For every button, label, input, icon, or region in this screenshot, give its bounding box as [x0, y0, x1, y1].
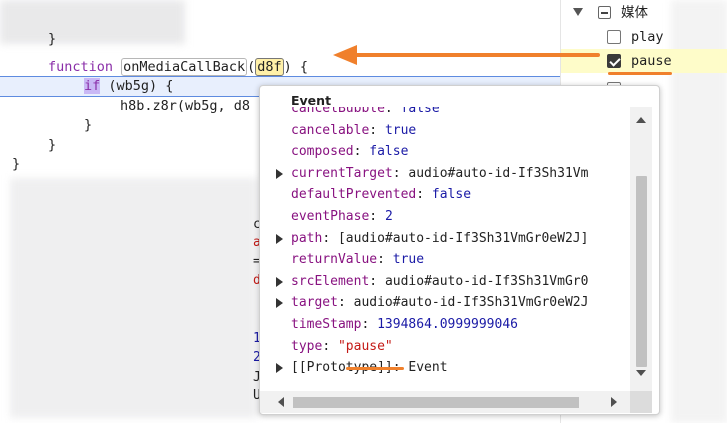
property-value: [audio#auto-id-If3Sh31VmGr0eW2J] — [337, 230, 589, 246]
if-condition: (wb5g) { — [100, 78, 174, 94]
listener-label: pause — [631, 53, 672, 69]
property-row[interactable]: currentTarget: audio#auto-id-If3Sh31Vm — [260, 163, 630, 185]
if-keyword: if — [84, 78, 101, 94]
property-value: Event — [408, 360, 448, 376]
property-key: cancelable — [291, 122, 370, 138]
arrow-head-icon — [333, 45, 357, 65]
scrollbar-corner — [630, 391, 652, 413]
expand-triangle-icon[interactable] — [276, 233, 283, 244]
function-name[interactable]: onMediaCallBack — [121, 58, 248, 76]
expand-triangle-icon[interactable] — [276, 168, 283, 179]
paren-open: ( — [247, 59, 256, 75]
scroll-up-icon[interactable] — [636, 117, 646, 123]
property-value: "pause" — [337, 338, 393, 354]
listener-label: play — [631, 29, 664, 45]
property-value: audio#auto-id-If3Sh31Vm — [408, 165, 589, 181]
property-key: defaultPrevented — [291, 187, 417, 203]
property-key: type — [291, 338, 323, 354]
property-key: target — [291, 295, 338, 311]
property-key: cancelBubble — [291, 107, 385, 116]
property-row: composed: false — [291, 144, 409, 160]
property-key: eventPhase — [291, 209, 370, 224]
property-value: 2 — [384, 209, 393, 224]
property-row: cancelBubble: false — [260, 107, 630, 120]
property-key: currentTarget — [291, 165, 393, 181]
property-row: defaultPrevented: false — [291, 187, 472, 203]
property-value: false — [369, 144, 409, 160]
property-value: true — [392, 252, 425, 268]
vertical-scroll-thumb[interactable] — [636, 176, 647, 367]
collapse-box-icon[interactable] — [598, 6, 611, 19]
property-row: returnValue: true — [291, 252, 425, 268]
property-key: timeStamp — [291, 317, 362, 332]
expand-triangle-icon[interactable] — [276, 363, 283, 374]
property-row[interactable]: srcElement: audio#auto-id-If3Sh31VmGr0 — [260, 271, 630, 293]
listener-item-play[interactable]: play — [561, 25, 727, 49]
scroll-down-icon[interactable] — [636, 370, 646, 376]
category-label: 媒体 — [621, 5, 648, 21]
expand-triangle-icon[interactable] — [573, 8, 583, 16]
param-d8f[interactable]: d8f — [255, 58, 284, 76]
checkbox-checked-icon[interactable] — [607, 54, 621, 68]
property-row[interactable]: target: audio#auto-id-If3Sh31VmGr0eW2J — [260, 292, 630, 314]
event-object-popover[interactable]: Event cancelBubble: false cancelable: tru… — [259, 85, 660, 415]
property-value: false — [431, 187, 472, 203]
property-row: type: "pause" — [291, 338, 393, 354]
annotation-underline — [346, 367, 404, 370]
property-key: returnValue — [291, 252, 378, 268]
property-key: composed — [291, 144, 354, 160]
property-row: timeStamp: 1394864.0999999046 — [291, 317, 518, 332]
property-key: path — [291, 230, 323, 246]
property-key: srcElement — [291, 273, 370, 289]
property-value: audio#auto-id-If3Sh31VmGr0 — [384, 273, 589, 289]
vertical-scrollbar[interactable] — [630, 107, 652, 391]
checkbox-icon[interactable] — [607, 30, 621, 44]
horizontal-scrollbar[interactable] — [260, 391, 630, 413]
property-list[interactable]: cancelBubble: false cancelable: true compo… — [260, 107, 630, 392]
blurred-code-bottom — [10, 178, 258, 418]
property-value: false — [400, 107, 440, 116]
expand-triangle-icon[interactable] — [276, 276, 283, 287]
scroll-right-icon[interactable] — [611, 397, 617, 407]
annotation-underline — [608, 72, 672, 75]
expand-triangle-icon[interactable] — [276, 298, 283, 309]
popover-title: Event — [291, 93, 332, 108]
property-value: 1394864.0999999046 — [377, 317, 518, 332]
property-row[interactable]: path: [audio#auto-id-If3Sh31VmGr0eW2J] — [260, 228, 630, 250]
paren-close: ) { — [283, 59, 309, 75]
horizontal-scroll-thumb[interactable] — [293, 397, 579, 408]
category-media[interactable]: 媒体 — [561, 1, 727, 25]
code-line-function: function onMediaCallBack(d8f) { — [0, 58, 560, 77]
function-keyword: function — [48, 59, 114, 75]
arrow-annotation — [352, 53, 600, 57]
scroll-left-icon[interactable] — [278, 397, 284, 407]
property-value: true — [384, 122, 417, 138]
property-row: eventPhase: 2 — [291, 209, 393, 224]
property-row[interactable]: [[Prototype]]: Event — [260, 357, 630, 379]
property-row: cancelable: true — [291, 122, 417, 138]
property-value: audio#auto-id-If3Sh31VmGr0eW2J — [353, 295, 589, 311]
